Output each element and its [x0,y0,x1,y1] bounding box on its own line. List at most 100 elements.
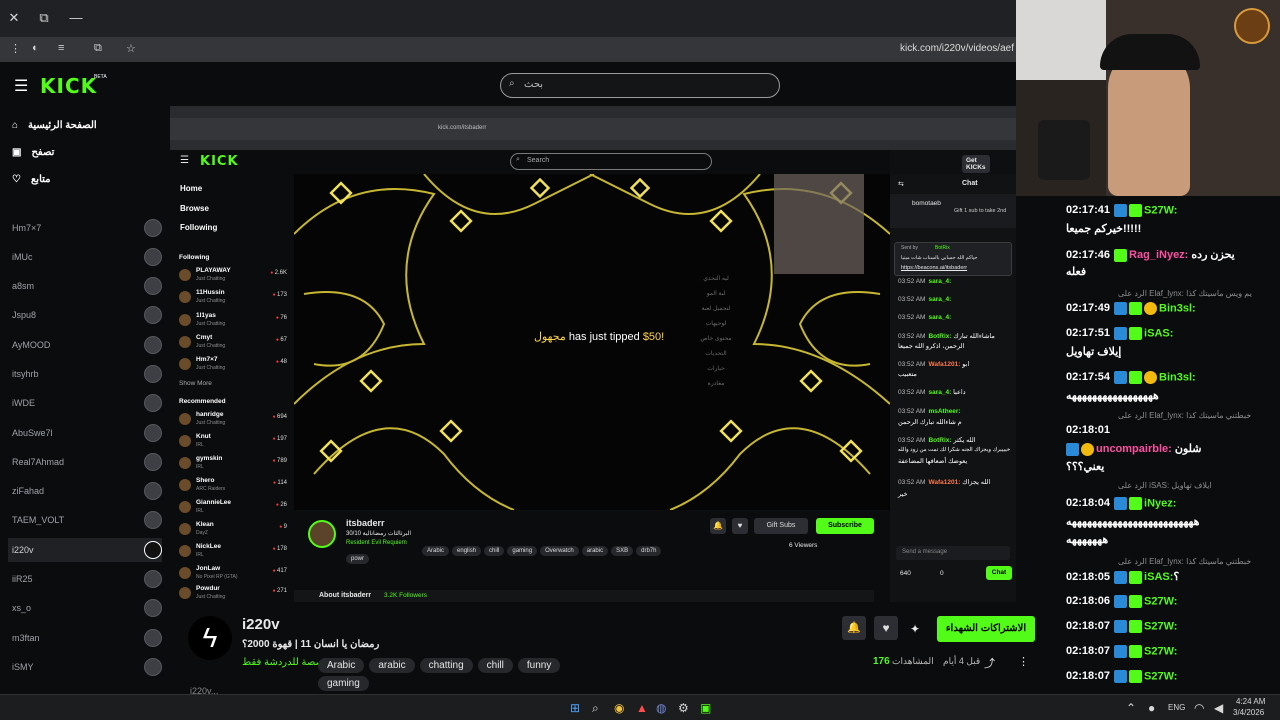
channel-name[interactable]: i220v [242,616,280,633]
nav-home-label: الصفحة الرئيسية [28,120,97,131]
chat-line: إيلاف تهاويل [1066,346,1122,358]
channel-name: iSMY [12,662,34,672]
wifi-icon[interactable]: ◠ [1194,701,1204,715]
inner-recommended-row: SheroARC Raiders114 [179,476,287,496]
streamer-face [1108,48,1190,196]
inner-botrix-pinned: Sent by BotRix حياكم الله حسابي بالسناب … [894,242,1012,276]
inner-pinned-user: bomotaeb [912,200,941,207]
channel-row-active[interactable]: i220v [8,538,162,562]
avatar [144,453,162,471]
channel-row[interactable]: iMUc [12,245,162,269]
channel-row[interactable]: Hm7×7 [12,216,162,240]
volume-icon[interactable]: ◀ [1214,701,1223,715]
stream-video[interactable]: ليه التحدي لبة المو لتحميل لعبة لوحيهات محتو… [294,174,890,510]
windows-start-icon[interactable]: ⊞ [570,701,580,715]
close-window-icon[interactable]: ✕ [6,10,22,26]
inner-show-more: Show More [179,380,212,387]
tag[interactable]: Arabic [318,658,365,673]
search-input[interactable]: ⌕ بحث [500,73,780,98]
url-text[interactable]: kick.com/i220v/videos/aef [900,43,1014,54]
views-label: المشاهدات [892,656,934,666]
language-indicator[interactable]: ENG [1168,703,1185,712]
clock-date[interactable]: 3/4/2026 [1233,708,1264,717]
kick-logo[interactable]: KICK [40,74,97,98]
channel-avatar[interactable]: ϟ [188,616,232,660]
channel-name: itsyhrb [12,369,39,379]
subscribe-button[interactable]: الاشتراكات الشهداء [937,616,1035,642]
reply-line: الرد على Elaf_lynx: خبطتني ماسيتك كذا [1118,557,1252,566]
channel-name: AyMOOD [12,340,51,350]
tip-name: مجهول [534,331,566,343]
avatar [144,424,162,442]
channel-row[interactable]: Real7Ahmad [12,450,162,474]
cam-background-window [1016,0,1106,80]
share-icon[interactable]: ⤴ [984,655,995,671]
inner-stream-title: البرثالثات رمضانالية 30/10 [346,531,412,537]
minimize-window-icon[interactable]: — [68,10,84,25]
inner-heart-icon: ♥ [732,518,748,534]
inner-chat-input: Send a message [896,546,1010,560]
channel-row[interactable]: xs_o [12,596,162,620]
kick-app-icon[interactable]: ▣ [700,701,711,715]
sparkle-icon[interactable]: ✦ [910,622,920,636]
tag[interactable]: chill [477,658,513,673]
tag[interactable]: funny [517,658,561,673]
taskbar-search-icon[interactable]: ⌕ [592,701,599,716]
channel-row[interactable]: a8sm [12,274,162,298]
hamburger-icon[interactable]: ☰ [14,76,28,96]
menu-dots-icon[interactable]: ⋮ [10,42,21,55]
tray-arrow-icon[interactable]: ⌃ [1126,701,1136,715]
channel-row[interactable]: AbuSwe7l [12,421,162,445]
inner-kick-logo: KICK [200,154,239,169]
inner-pinned: bomotaeb Gift 1 sub to take 2nd [890,194,1016,228]
channel-row[interactable]: iiR25 [12,567,162,591]
inner-recommended-row: gymskinIRL789 [179,454,287,474]
tag[interactable]: chatting [419,658,473,673]
chat-line: 02:18:05 iSAS:؟ [1066,570,1180,584]
channel-row[interactable]: itsyhrb [12,362,162,386]
tag[interactable]: gaming [318,676,369,691]
avatar [144,599,162,617]
chat-line: 02:18:04 iNyez: [1066,497,1177,510]
acrobat-icon[interactable]: ▲ [636,701,648,715]
channel-name: iiR25 [12,574,33,584]
inner-chat-line: يعوضك أضعافها المضاعفة [898,458,968,465]
avatar [144,365,162,383]
chrome-icon[interactable]: ◉ [614,701,624,715]
restore-window-icon[interactable]: ⧉ [36,10,52,26]
heart-button[interactable]: ♥ [874,616,898,640]
mic-icon[interactable]: ● [1148,701,1155,715]
game-menu: ليه التحدي لبة المو لتحميل لعبة لوحيهات محتو… [700,276,732,387]
nav-following[interactable]: ♡ متابع [12,174,51,185]
more-options-icon[interactable]: ⋮ [1018,655,1029,668]
discord-icon[interactable]: ◍ [656,701,666,715]
channel-name: Jspu8 [12,310,37,320]
extension-icon[interactable]: ◐ [32,42,39,54]
puzzle-icon[interactable]: ⧉ [94,42,102,55]
tag[interactable]: arabic [369,658,415,673]
channel-row[interactable]: TAEM_VOLT [12,508,162,532]
channel-row[interactable]: AyMOOD [12,333,162,357]
inner-search-icon: ⌕ [516,156,520,163]
bell-button[interactable]: 🔔 [842,616,866,640]
inner-following-row: Hm7×7Just Chatting48 [179,355,287,375]
chat-line: فعله [1066,266,1087,278]
inner-gift-subs: Gift Subs [754,518,808,534]
channel-row[interactable]: ziFahad [12,479,162,503]
nav-browse[interactable]: ▣ تصفح [12,147,54,158]
channel-row[interactable]: iWDE [12,391,162,415]
inner-chat-line: الرحمن، اذكرو الله جميعا [898,343,965,350]
channel-name: Hm7×7 [12,223,42,233]
shared-screen: kick.com/itsbaderr ☰ KICK ⌕ Search Get K… [170,106,1016,602]
channel-row[interactable]: iSMY [12,655,162,679]
queue-icon[interactable]: ≡ [58,42,64,54]
bookmark-star-icon[interactable]: ☆ [126,42,136,55]
channel-row[interactable]: Jspu8 [12,303,162,327]
avatar [144,219,162,237]
channel-row[interactable]: m3ftan [12,626,162,650]
nav-home[interactable]: ⌂ الصفحة الرئيسية [12,120,97,131]
settings-icon[interactable]: ⚙ [678,701,689,715]
clock-time[interactable]: 4:24 AM [1236,697,1265,706]
inner-collapse-icon: ⇆ [898,181,904,188]
avatar [144,306,162,324]
